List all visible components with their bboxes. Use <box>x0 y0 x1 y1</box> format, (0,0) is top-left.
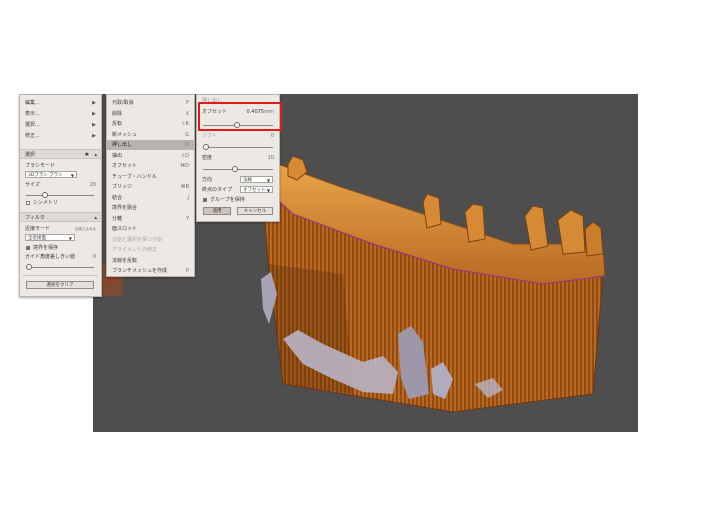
edit-menu-item-label: 分離 <box>112 215 123 222</box>
size-slider-knob[interactable] <box>41 192 48 198</box>
chevron-down-icon: ▼ <box>70 173 74 178</box>
edit-menu-item[interactable]: 元取/取消 F <box>107 98 194 108</box>
size-slider[interactable] <box>26 192 94 198</box>
edit-menu-item[interactable]: オフセット ⌘D <box>107 161 194 171</box>
soft-slider[interactable] <box>203 144 273 150</box>
chevron-down-icon: ▼ <box>266 188 270 193</box>
edit-menu-item-shortcut: ⇧D <box>180 152 189 159</box>
edit-menu-item-label: ブリッジ <box>112 184 133 190</box>
edit-menu-item[interactable]: チューブ・ハンドル <box>107 172 194 182</box>
chevron-right-icon: ▶ <box>92 133 96 139</box>
divider <box>23 275 98 276</box>
chevron-down-icon: ▼ <box>68 236 72 241</box>
edit-menu-item[interactable]: 分割と選択を保つ分割 <box>107 235 194 245</box>
menu-edit[interactable]: 編集... ▶ <box>20 98 101 108</box>
soft-row: ソフト 0 <box>202 133 274 139</box>
edit-menu-item-label: ブランチメッシュを作成 <box>112 268 168 274</box>
edit-menu-item-label: 押し出し <box>112 142 133 148</box>
edit-menu-item-label: 法線を反転 <box>112 257 138 264</box>
edit-menu-item[interactable]: ブランチメッシュを作成 P <box>107 266 194 276</box>
proximity-mode-row: 近接モード 近接で止める <box>25 226 96 232</box>
preserve-group-checkbox[interactable] <box>203 198 207 202</box>
edit-menu-item-shortcut: X <box>185 110 189 117</box>
edit-menu-item-label: 新メッシュ <box>112 131 138 138</box>
angle-slider-knob[interactable] <box>26 264 32 270</box>
size-value: 20 <box>89 182 96 188</box>
preserve-boundary-checkbox[interactable] <box>26 246 30 250</box>
edit-menu-item-label: 面スロット <box>112 226 138 232</box>
collapse-icon[interactable]: ▴ <box>94 213 97 223</box>
menu-view[interactable]: 表示... ▶ <box>20 109 101 119</box>
edit-menu-item-shortcut: ⇧R <box>181 121 189 127</box>
select-section-header[interactable]: 選択 ✱ ▴ <box>20 149 101 159</box>
chevron-right-icon: ▶ <box>92 100 96 106</box>
edit-menu-item-label: 元取/取消 <box>112 100 134 106</box>
edit-menu-item-shortcut: D <box>185 142 189 148</box>
edit-menu-item-label: オフセット <box>112 163 138 169</box>
angle-threshold-row: ガイド角度差しきい値 0 <box>25 254 96 260</box>
edit-menu-item[interactable]: アライメントの修正 <box>107 245 194 255</box>
edit-menu-item-shortcut: J <box>187 194 189 201</box>
edit-menu-item-shortcut: F <box>186 100 189 106</box>
edit-menu-item-shortcut: ⌘B <box>180 184 189 190</box>
chevron-right-icon: ▶ <box>92 122 96 128</box>
edit-menu-item[interactable]: 反転 ⇧R <box>107 119 194 129</box>
highlight-annotation <box>198 102 282 131</box>
angle-threshold-slider[interactable] <box>26 264 94 270</box>
edit-menu-item-label: 抽出 <box>112 152 123 159</box>
edit-menu-item-label: チューブ・ハンドル <box>112 173 157 180</box>
edit-menu-item[interactable]: 面スロット <box>107 224 194 234</box>
edit-menu-item-label: アライメントの修正 <box>112 247 158 253</box>
edit-menu-item-shortcut: Y <box>185 215 189 222</box>
gear-icon[interactable]: ✱ <box>85 150 89 160</box>
apply-button[interactable]: 適用 <box>203 207 231 215</box>
end-type-dropdown[interactable]: オフセット ▼ <box>240 186 273 193</box>
filter-section-header[interactable]: フィルタ ▴ <box>20 212 101 222</box>
edit-menu-item[interactable]: 法線を反転 <box>107 256 194 266</box>
chevron-down-icon: ▼ <box>266 178 270 183</box>
density-slider[interactable] <box>203 166 273 172</box>
brush-mode-label: ブラシモード <box>25 163 55 169</box>
edit-menu-item-shortcut: G <box>185 131 189 138</box>
edit-menu-item[interactable]: 結合 J <box>107 193 194 203</box>
size-row: サイズ 20 <box>25 182 96 188</box>
symmetry-checkbox[interactable] <box>26 201 30 205</box>
menu-select[interactable]: 選択... ▶ <box>20 120 101 130</box>
edit-menu-item[interactable]: 抽出 ⇧D <box>107 151 194 161</box>
cancel-button[interactable]: キャンセル <box>237 207 273 215</box>
edit-menu-item-shortcut: ⌘D <box>180 163 189 169</box>
edit-menu-item[interactable]: 新メッシュ G <box>107 130 194 140</box>
edit-menu-item[interactable]: ブリッジ ⌘B <box>107 182 194 192</box>
preserve-boundary-label: 境界を保存 <box>33 245 59 251</box>
soft-slider-knob[interactable] <box>203 144 209 150</box>
edit-menu-item-label: 削除 <box>112 110 123 117</box>
symmetry-label: シンメトリ <box>33 200 58 206</box>
direction-dropdown[interactable]: 法線 ▼ <box>240 176 273 183</box>
brush-mode-dropdown[interactable]: 3Dブラシ ブラシ ▼ <box>25 171 77 178</box>
edit-menu-item[interactable]: 削除 X <box>107 109 194 119</box>
proximity-mode-dropdown[interactable]: 全近接面 ▼ <box>25 234 75 241</box>
density-row: 密度 20 <box>202 155 274 161</box>
chevron-right-icon: ▶ <box>92 111 96 117</box>
edit-menu-item[interactable]: 押し出し D <box>107 140 194 150</box>
edit-menu-dropdown: 元取/取消 F 削除 X 反転 ⇧R 新メッシュ G 押し出し D 抽出 ⇧D オフセット ⌘D チューブ・… <box>106 94 195 277</box>
preserve-group-label: グループを保持 <box>210 197 245 203</box>
edit-menu-item-label: 結合 <box>112 194 123 201</box>
edit-menu-item-label: 反転 <box>112 121 123 127</box>
edit-menu-item[interactable]: 分離 Y <box>107 214 194 224</box>
left-tool-panel: 編集... ▶ 表示... ▶ 選択... ▶ 修正... ▶ 選択 ✱ ▴ ブラシモー… <box>19 94 102 297</box>
edit-menu-item-label: 分割と選択を保つ分割 <box>112 236 163 243</box>
density-slider-knob[interactable] <box>232 166 239 172</box>
edit-menu-item-label: 境界を融合 <box>112 205 138 211</box>
clear-selection-button[interactable]: 選択をクリア <box>26 281 94 289</box>
menu-modify[interactable]: 修正... ▶ <box>20 131 101 141</box>
collapse-icon[interactable]: ▴ <box>94 150 97 160</box>
edit-menu-item[interactable]: 境界を融合 <box>107 203 194 213</box>
edit-menu-item-shortcut: P <box>185 268 189 274</box>
